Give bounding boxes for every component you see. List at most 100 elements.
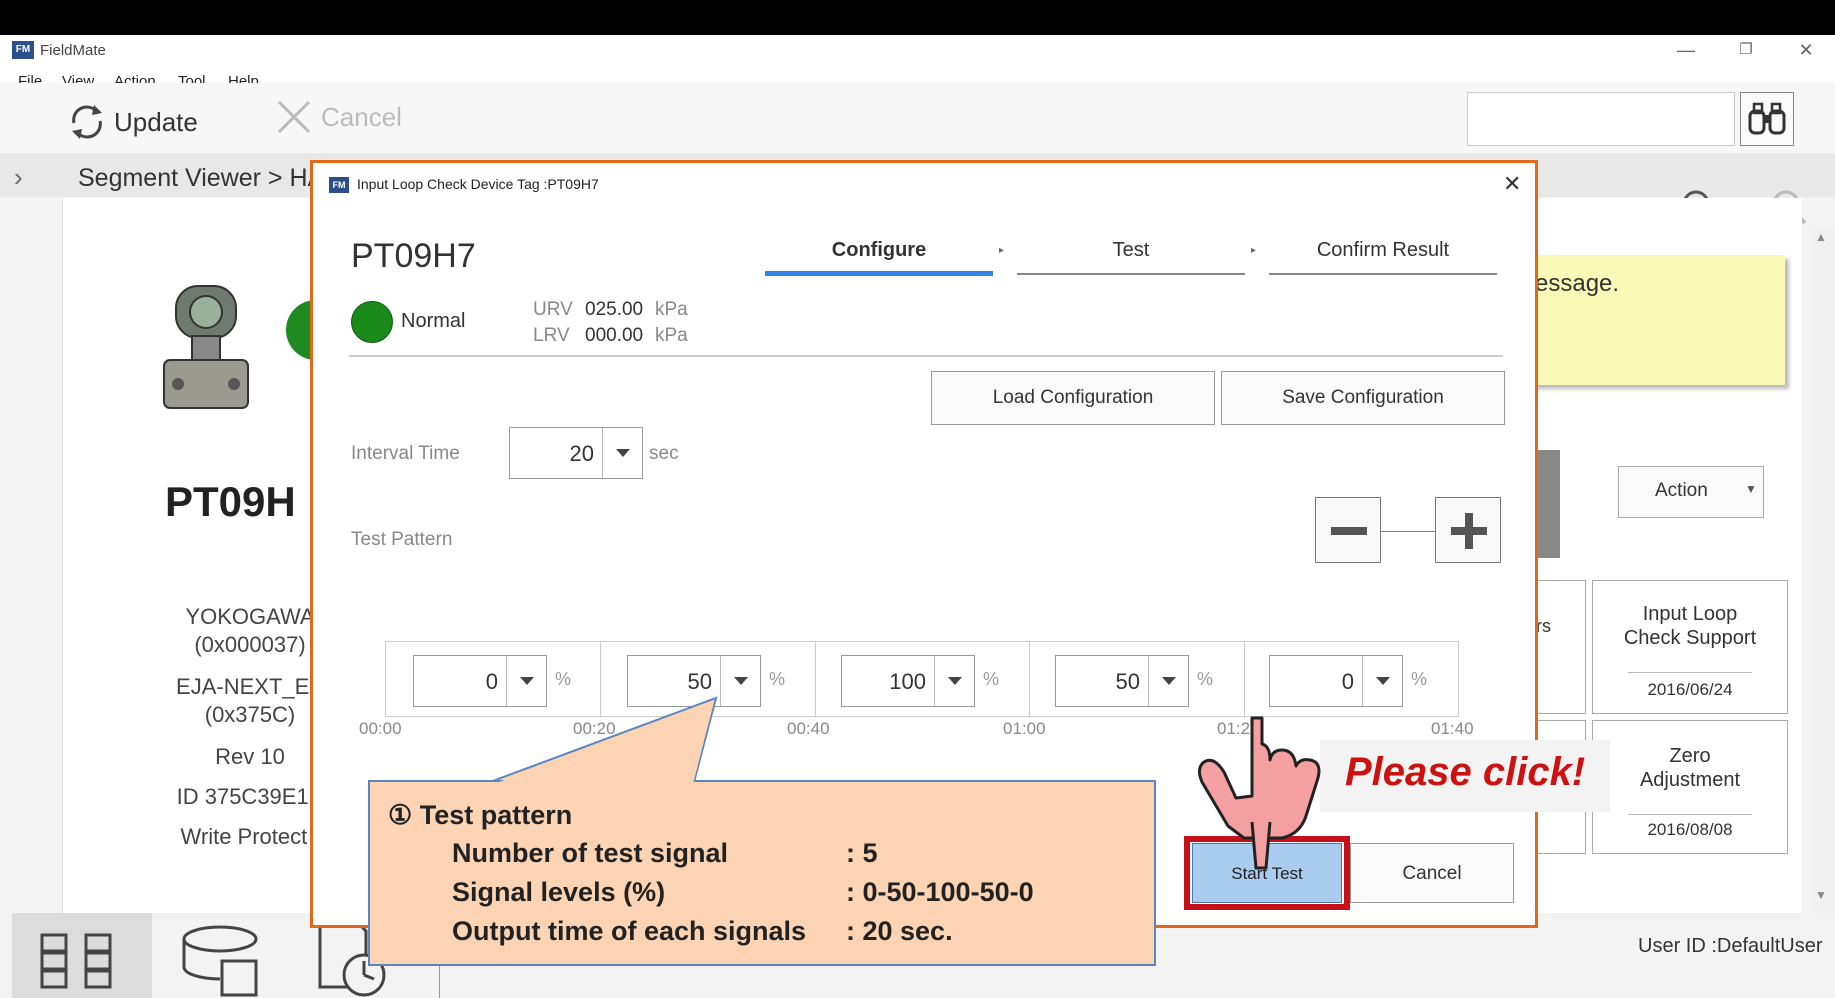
pattern-level-4-select[interactable]: 50 — [1055, 655, 1189, 707]
card-input-loop-title-1: Input Loop — [1642, 603, 1738, 625]
callout-row-label: Signal levels (%) — [452, 877, 666, 907]
chevron-down-icon[interactable] — [1362, 656, 1402, 706]
percent-unit: % — [983, 669, 1000, 689]
percent-unit: % — [769, 669, 786, 689]
toolbar-cancel-label: Cancel — [321, 101, 402, 132]
user-id-label: User ID :DefaultUser — [1638, 935, 1823, 957]
urv-label: URV — [533, 299, 573, 320]
status-indicator — [351, 301, 393, 343]
step-test[interactable]: Test — [1017, 239, 1245, 262]
load-configuration-button[interactable]: Load Configuration — [931, 371, 1215, 425]
pattern-level-5-select[interactable]: 0 — [1269, 655, 1403, 707]
divider — [349, 355, 1503, 357]
scroll-up-icon[interactable]: ▲ — [1815, 230, 1827, 244]
strip-divider — [600, 642, 601, 718]
card-zero-title-1: Zero — [1669, 745, 1711, 767]
step-test-indicator — [1017, 273, 1245, 275]
step-arrow-icon: ▸ — [999, 245, 1005, 256]
strip-divider — [1244, 642, 1245, 718]
scroll-down-icon[interactable]: ▼ — [1815, 888, 1827, 902]
vertical-scrollbar[interactable] — [1812, 230, 1835, 920]
tab-database[interactable] — [160, 913, 300, 998]
step-confirm-result[interactable]: Confirm Result — [1269, 239, 1497, 262]
chevron-down-icon[interactable] — [602, 428, 642, 478]
time-label: 00:20 — [573, 719, 616, 738]
update-button[interactable]: Update — [66, 101, 198, 143]
interval-time-label: Interval Time — [351, 443, 460, 464]
save-configuration-button[interactable]: Save Configuration — [1221, 371, 1505, 425]
update-label: Update — [114, 106, 198, 137]
app-logo-icon: FM — [12, 41, 34, 59]
chevron-down-icon[interactable] — [1148, 656, 1188, 706]
action-dropdown-label: Action — [1655, 480, 1708, 501]
app-logo-icon: FM — [329, 177, 349, 193]
step-arrow-icon: ▸ — [1251, 245, 1257, 256]
chevron-down-icon[interactable] — [934, 656, 974, 706]
find-button[interactable] — [1740, 92, 1794, 146]
remove-step-button[interactable] — [1315, 497, 1381, 563]
callout-row-label: Output time of each signals — [452, 916, 807, 946]
lrv-label: LRV — [533, 325, 570, 346]
database-device-icon — [182, 925, 258, 997]
card-zero-date: 2016/08/08 — [1647, 820, 1733, 839]
card-input-loop-date: 2016/06/24 — [1647, 680, 1733, 699]
dialog-cancel-button[interactable]: Cancel — [1350, 843, 1514, 903]
minimize-button[interactable]: — — [1666, 37, 1706, 63]
time-label: 00:40 — [787, 719, 830, 738]
percent-unit: % — [555, 669, 572, 689]
message-note-text: essage. — [1535, 270, 1620, 297]
app-title: FieldMate — [40, 42, 106, 59]
strip-divider — [815, 642, 816, 718]
title-bar: FM FieldMate — ❐ ✕ — [0, 35, 1835, 67]
device-tag-title: PT09H — [165, 478, 296, 525]
callout-row-value: : 20 sec. — [846, 916, 953, 946]
cancel-x-icon — [277, 100, 311, 134]
urv-value: 025.00 — [585, 299, 644, 320]
restore-button[interactable]: ❐ — [1726, 37, 1766, 63]
card-separator — [1628, 672, 1752, 673]
screen: FM FieldMate — ❐ ✕ File View Action Tool… — [0, 0, 1835, 998]
card-separator — [1628, 814, 1752, 815]
pattern-level-5-value: 0 — [1341, 669, 1354, 694]
time-label: 00:00 — [359, 719, 402, 738]
connector-line — [1381, 531, 1435, 532]
pattern-level-3-select[interactable]: 100 — [841, 655, 975, 707]
interval-unit: sec — [649, 443, 679, 464]
tab-segment-viewer[interactable] — [12, 913, 152, 998]
chevron-down-icon[interactable] — [720, 656, 760, 706]
time-label: 01:40 — [1431, 719, 1474, 738]
pattern-level-1-value: 0 — [485, 669, 498, 694]
expand-arrow-icon[interactable]: › — [14, 162, 23, 193]
toolbar-cancel-button[interactable]: Cancel — [275, 98, 402, 136]
step-confirm-indicator — [1269, 273, 1497, 275]
pattern-level-1-select[interactable]: 0 — [413, 655, 547, 707]
strip-divider — [1029, 642, 1030, 718]
start-test-highlight — [1184, 836, 1350, 910]
callout-row-label: Number of test signal — [452, 838, 729, 868]
dialog-close-button[interactable]: ✕ — [1503, 171, 1521, 197]
callout-row-value: : 5 — [846, 838, 878, 868]
urv-unit: kPa — [655, 299, 688, 320]
pattern-level-2-select[interactable]: 50 — [627, 655, 761, 707]
chevron-down-icon[interactable] — [506, 656, 546, 706]
close-button[interactable]: ✕ — [1786, 37, 1826, 63]
time-label: 01:20 — [1217, 719, 1260, 738]
lrv-value: 000.00 — [585, 325, 644, 346]
interval-time-value: 20 — [569, 441, 594, 466]
pattern-level-4-value: 50 — [1115, 669, 1140, 694]
percent-unit: % — [1197, 669, 1214, 689]
card-input-loop-title-2: Check Support — [1623, 627, 1757, 649]
please-click-text: Please click! — [1345, 750, 1586, 794]
status-label: Normal — [401, 310, 466, 332]
add-step-button[interactable] — [1435, 497, 1501, 563]
chevron-down-icon: ▼ — [1745, 482, 1757, 496]
callout-row-value: : 0-50-100-50-0 — [846, 877, 1034, 907]
breadcrumb[interactable]: Segment Viewer > HA — [78, 164, 324, 193]
interval-time-select[interactable]: 20 — [509, 427, 643, 479]
pattern-level-3-value: 100 — [889, 669, 926, 694]
step-configure[interactable]: Configure — [765, 239, 993, 262]
search-input[interactable] — [1467, 92, 1735, 146]
devices-icon — [40, 933, 112, 989]
card-partial-label: rs — [1536, 616, 1551, 636]
step-configure-indicator — [765, 271, 993, 276]
